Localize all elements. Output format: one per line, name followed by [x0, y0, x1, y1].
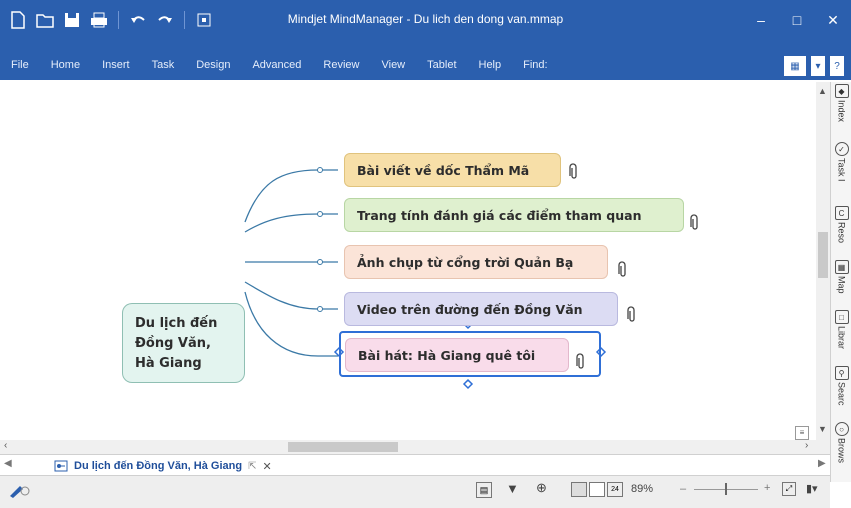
browser-icon: ○	[834, 422, 849, 436]
panel-map[interactable]: ▦ Map	[831, 260, 851, 294]
zoom-out-icon[interactable]: –	[680, 483, 686, 495]
panel-resources[interactable]: C Reso	[831, 206, 851, 243]
horizontal-scrollbar[interactable]: ‹ ›	[0, 440, 830, 454]
layout-icon[interactable]: ▦	[783, 55, 807, 77]
menu-help[interactable]: Help	[468, 59, 513, 71]
tab-scroll-left-icon[interactable]: ◀	[4, 458, 12, 469]
central-topic[interactable]: Du lịch đến Đồng Văn, Hà Giang	[122, 303, 245, 383]
status-bar: ▤ ▼ ⊕ 24 89% – + ⤢ ▮▾	[0, 475, 830, 508]
zoom-slider-handle[interactable]	[725, 483, 727, 495]
horizontal-scroll-thumb[interactable]	[288, 442, 398, 452]
map-icon: ▦	[834, 260, 849, 274]
map-canvas[interactable]: Du lịch đến Đồng Văn, Hà Giang Bài viết …	[0, 82, 816, 440]
tab-scroll-right-icon[interactable]: ▶	[818, 458, 826, 469]
topic-label: Bài viết về dốc Thẩm Mã	[357, 162, 530, 178]
add-topic-icon[interactable]: ⊕	[536, 480, 547, 496]
zoom-in-icon[interactable]: +	[764, 482, 770, 494]
topic-label: Ảnh chụp từ cổng trời Quản Bạ	[357, 254, 574, 270]
menu-view[interactable]: View	[370, 59, 416, 71]
ribbon-right-controls: ▦ ▾ ?	[783, 55, 845, 77]
menu-review[interactable]: Review	[312, 59, 370, 71]
menu-insert[interactable]: Insert	[91, 59, 141, 71]
scroll-right-icon[interactable]: ›	[805, 440, 808, 451]
menu-home[interactable]: Home	[40, 59, 91, 71]
panel-task[interactable]: ✓ Task I	[831, 142, 851, 182]
map-index-icon[interactable]: ≡	[795, 426, 809, 440]
topic-bai-hat[interactable]: Bài hát: Hà Giang quê tôi	[345, 338, 569, 372]
display-options-icon[interactable]: ▮▾	[806, 482, 818, 495]
document-tab-label: Du lịch đến Đồng Văn, Hà Giang	[74, 460, 243, 472]
calendar-icon[interactable]: 24	[607, 482, 623, 497]
pen-icon[interactable]	[8, 482, 30, 503]
chevron-down-icon[interactable]: ▾	[810, 55, 826, 77]
panel-library[interactable]: □ Librar	[831, 310, 851, 349]
maximize-button[interactable]: □	[779, 6, 815, 34]
close-button[interactable]: ✕	[815, 6, 851, 34]
search-icon: ⚲	[834, 366, 849, 380]
topic-video[interactable]: Video trên đường đến Đồng Văn	[344, 292, 618, 326]
topic-danh-gia[interactable]: Trang tính đánh giá các điểm tham quan	[344, 198, 684, 232]
document-tab-row: ◀ Du lịch đến Đồng Văn, Hà Giang ⇱ ✕ ▶	[0, 454, 830, 475]
fit-map-icon[interactable]: ⤢	[782, 482, 796, 496]
filter-icon[interactable]: ▼	[506, 481, 519, 496]
panel-index[interactable]: ◆ Index	[831, 84, 851, 122]
vertical-scroll-thumb[interactable]	[818, 232, 828, 278]
topic-label: Trang tính đánh giá các điểm tham quan	[357, 207, 642, 223]
topic-anh-chup[interactable]: Ảnh chụp từ cổng trời Quản Bạ	[344, 245, 608, 279]
document-tab[interactable]: Du lịch đến Đồng Văn, Hà Giang ⇱ ✕	[54, 457, 272, 475]
menu-file[interactable]: File	[0, 59, 40, 71]
menu-task[interactable]: Task	[141, 59, 186, 71]
index-icon: ◆	[834, 84, 849, 98]
resources-icon: C	[834, 206, 849, 220]
map-view-icon[interactable]	[571, 482, 587, 497]
zoom-level: 89%	[631, 483, 654, 495]
window-controls: – □ ✕	[743, 6, 851, 34]
scroll-up-icon[interactable]: ▲	[818, 86, 827, 96]
task-icon: ✓	[834, 142, 849, 156]
minimize-button[interactable]: –	[743, 6, 779, 34]
scroll-down-icon[interactable]: ▼	[818, 424, 827, 434]
menu-tablet[interactable]: Tablet	[416, 59, 467, 71]
title-bar: Mindjet MindManager - Du lich den dong v…	[0, 0, 851, 50]
panel-search[interactable]: ⚲ Searc	[831, 366, 851, 406]
outline-view-icon[interactable]: ▤	[476, 482, 492, 498]
help-icon[interactable]: ?	[829, 55, 845, 77]
menu-design[interactable]: Design	[185, 59, 241, 71]
scroll-left-icon[interactable]: ‹	[4, 440, 7, 451]
list-view-icon[interactable]	[589, 482, 605, 497]
menu-advanced[interactable]: Advanced	[241, 59, 312, 71]
tab-close-icon[interactable]: ✕	[262, 460, 271, 473]
pin-icon[interactable]: ⇱	[248, 461, 256, 472]
topic-label: Bài hát: Hà Giang quê tôi	[358, 347, 536, 363]
side-panel: ◆ Index ✓ Task I C Reso ▦ Map □ Librar ⚲…	[830, 82, 851, 482]
topic-label: Video trên đường đến Đồng Văn	[357, 301, 583, 317]
panel-browser[interactable]: ○ Brows	[831, 422, 851, 463]
menu-find[interactable]: Find:	[512, 59, 558, 71]
window-title: Mindjet MindManager - Du lich den dong v…	[287, 12, 564, 26]
vertical-scrollbar[interactable]: ▲ ▼	[816, 82, 830, 440]
ribbon-tabs: File Home Insert Task Design Advanced Re…	[0, 50, 851, 80]
mindmap-file-icon	[54, 460, 68, 472]
topic-doc-tham-ma[interactable]: Bài viết về dốc Thẩm Mã	[344, 153, 561, 187]
library-icon: □	[834, 310, 849, 324]
